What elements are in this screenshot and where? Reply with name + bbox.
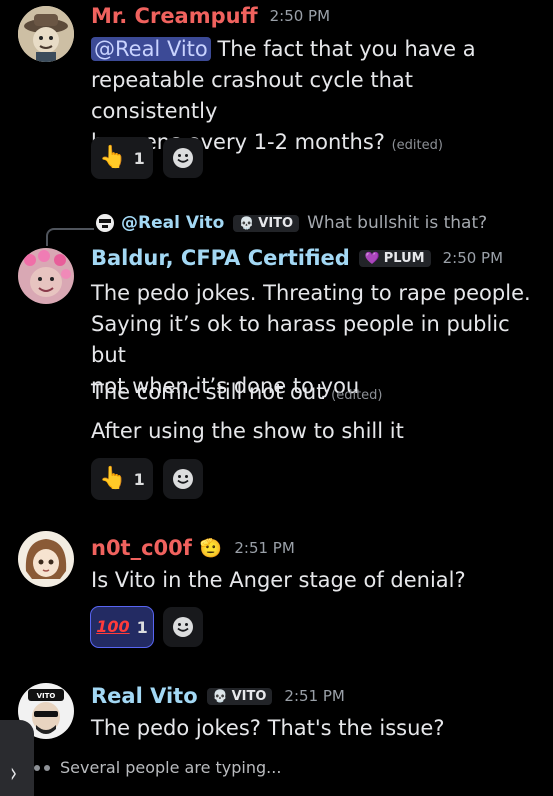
reaction-hundred[interactable]: 100 1 — [90, 606, 154, 648]
reply-text: What bullshit is that? — [307, 213, 488, 233]
edited-label: (edited) — [331, 388, 383, 403]
avatar-n0t-c00f-image — [18, 531, 74, 587]
reply-connector — [46, 228, 94, 246]
smiley-icon — [173, 617, 193, 637]
role-tag: 💀 VITO — [233, 214, 300, 232]
reply-preview[interactable]: @Real Vito 💀 VITO What bullshit is that? — [95, 213, 487, 233]
chevron-right-icon: › — [10, 756, 17, 789]
reply-author[interactable]: @Real Vito — [121, 213, 224, 233]
reaction-count: 1 — [133, 148, 145, 168]
message-line: repeatable crashout cycle that consisten… — [91, 68, 414, 123]
hundred-emoji-icon: 100 — [96, 617, 130, 636]
message-line: The fact that you have a — [217, 37, 476, 61]
point-up-emoji-icon: 👆 — [99, 466, 127, 491]
avatar[interactable] — [18, 6, 74, 62]
message-line: The pedo jokes. Threating to rape people… — [91, 281, 531, 305]
timestamp: 2:51 PM — [234, 539, 295, 557]
skull-icon: 💀 — [239, 216, 255, 230]
point-up-emoji-icon: 👆 — [99, 145, 127, 170]
timestamp: 2:50 PM — [269, 7, 331, 25]
message-line: The pedo jokes? That's the issue? — [91, 716, 445, 740]
reaction-point-up[interactable]: 👆 1 — [91, 137, 153, 179]
avatar[interactable] — [18, 531, 74, 587]
message-content: @Real Vito The fact that you have a repe… — [91, 34, 541, 161]
avatar-creampuff-image — [18, 6, 74, 62]
typing-text: Several people are typing... — [60, 758, 282, 777]
svg-text:VITO: VITO — [37, 692, 56, 700]
drawer-handle[interactable]: › — [0, 720, 34, 796]
message-line: The comic still not out — [91, 380, 325, 404]
status-emoji-icon: 🫡 — [199, 537, 223, 559]
avatar-baldur-image — [18, 248, 74, 304]
role-tag-label: VITO — [258, 215, 294, 231]
message-line: Saying it’s ok to harass people in publi… — [91, 312, 510, 367]
timestamp: 2:51 PM — [284, 687, 345, 705]
role-tag-label: VITO — [231, 688, 267, 704]
author-name[interactable]: n0t_c00f — [91, 536, 192, 560]
typing-indicator: Several people are typing... — [34, 758, 281, 777]
author-name[interactable]: Baldur, CFPA Certified — [91, 246, 350, 270]
user-mention[interactable]: @Real Vito — [91, 37, 211, 61]
avatar[interactable] — [18, 248, 74, 304]
reaction-count: 1 — [136, 617, 148, 637]
add-reaction-button[interactable] — [163, 459, 203, 499]
timestamp: 2:50 PM — [442, 249, 504, 267]
role-tag: 💜 PLUM — [358, 249, 431, 267]
reaction-count: 1 — [133, 469, 145, 489]
heart-icon: 💜 — [364, 251, 380, 265]
author-name[interactable]: Real Vito — [91, 684, 198, 708]
message-content: The comic still not out (edited) — [91, 377, 383, 411]
message-line: After using the show to shill it — [91, 419, 404, 443]
role-tag: 💀 VITO — [206, 687, 273, 705]
add-reaction-button[interactable] — [163, 138, 203, 178]
typing-dots-icon — [34, 764, 50, 771]
smiley-icon — [173, 469, 193, 489]
author-name[interactable]: Mr. Creampuff — [91, 4, 258, 28]
reply-avatar-icon — [96, 214, 114, 232]
edited-label: (edited) — [391, 138, 443, 153]
skull-icon: 💀 — [212, 689, 228, 703]
message-line: Is Vito in the Anger stage of denial? — [91, 568, 466, 592]
add-reaction-button[interactable] — [163, 607, 203, 647]
smiley-icon — [173, 148, 193, 168]
role-tag-label: PLUM — [383, 250, 425, 266]
reaction-point-up[interactable]: 👆 1 — [91, 458, 153, 500]
